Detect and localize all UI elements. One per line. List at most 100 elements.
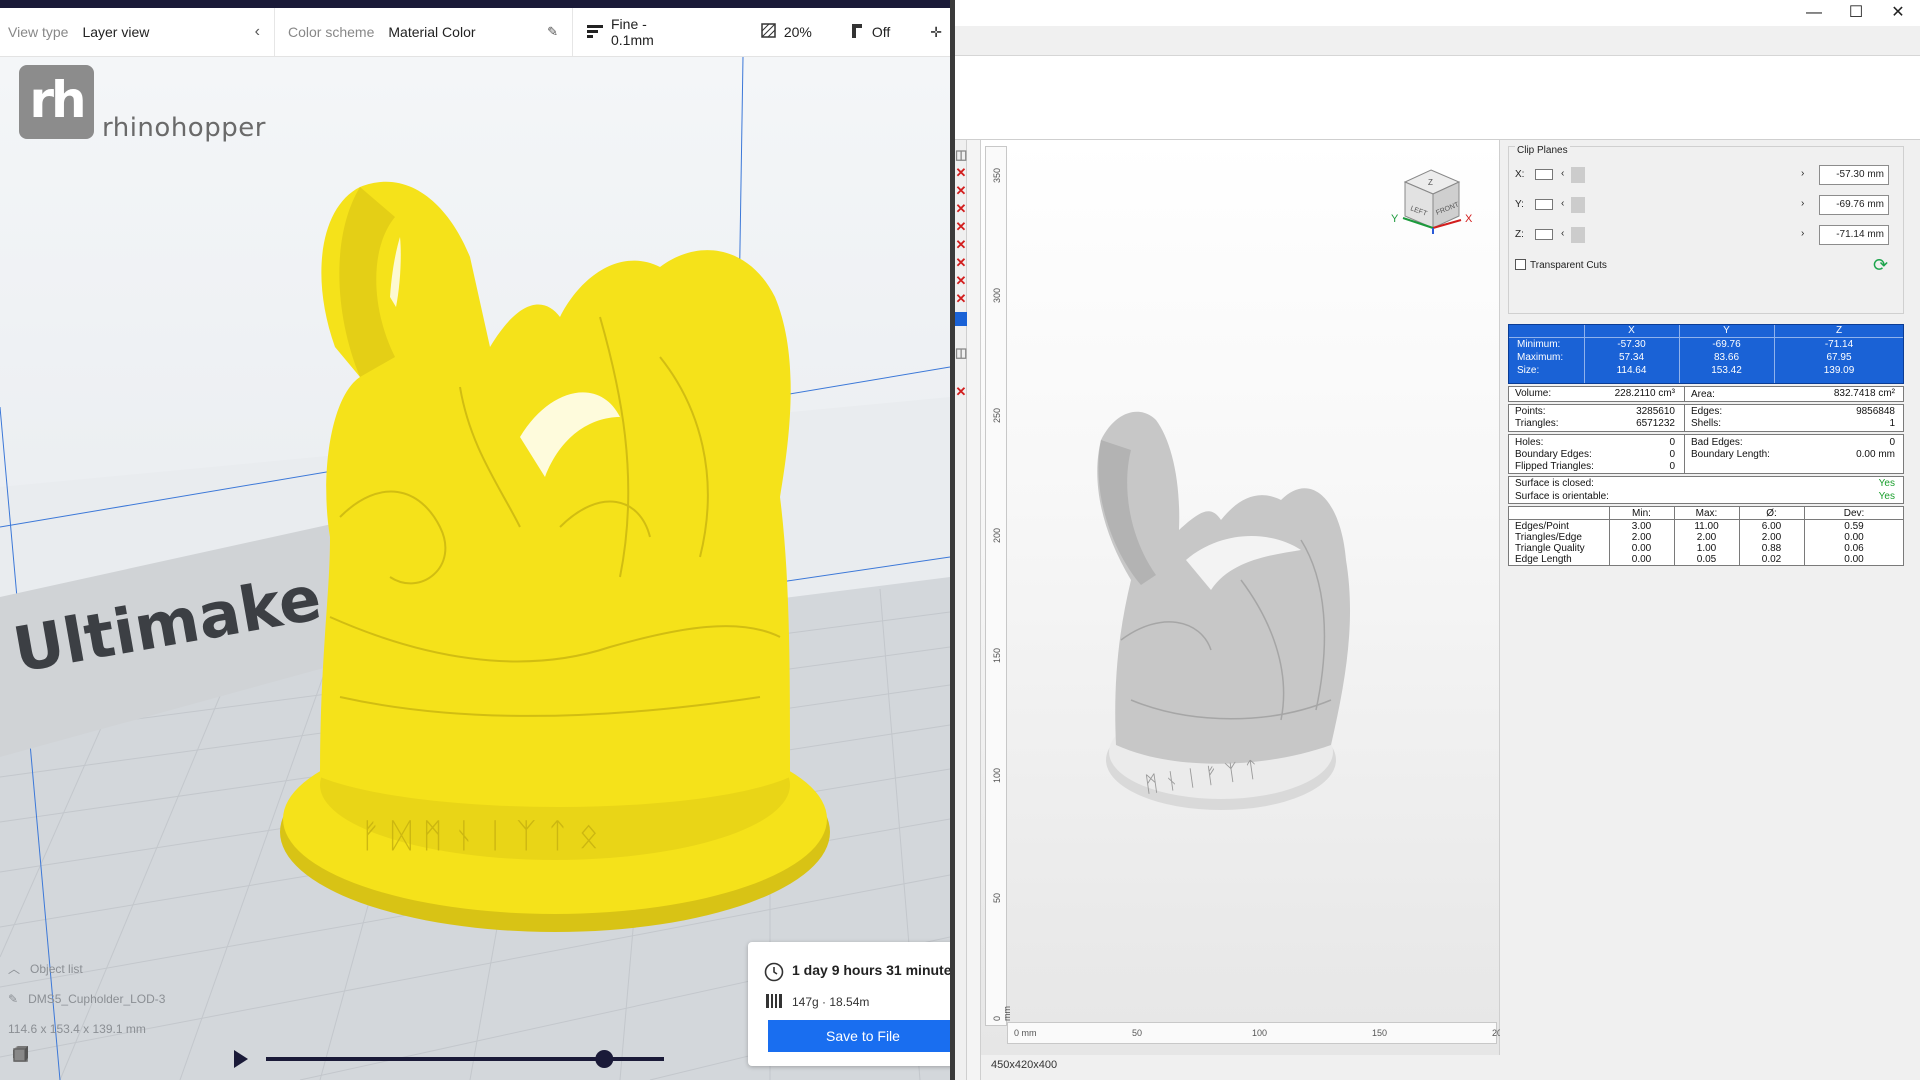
spool-icon	[765, 993, 783, 1014]
parts-panel-collapsed[interactable]	[967, 140, 981, 1080]
rhinohopper-logo: rh	[19, 65, 94, 139]
minimize-icon[interactable]: —	[1794, 2, 1834, 24]
stats-cell: 0.59	[1844, 521, 1864, 532]
clip-value-input[interactable]: -69.76 mm	[1819, 195, 1889, 215]
shells-value: 1	[1889, 418, 1895, 429]
error-icon: ✕	[955, 201, 967, 216]
grey-mesh-model[interactable]: ᛗ ᚾ ᛁ ᚠ ᛉ ᛏ	[1061, 380, 1381, 860]
bbox-cell: 114.64	[1616, 365, 1647, 376]
chevron-left-icon[interactable]: ‹	[1561, 168, 1564, 179]
pencil-icon[interactable]: ✎	[547, 24, 558, 40]
ruler-tick-label: 200	[992, 527, 1002, 543]
ribbon-area	[955, 56, 1920, 140]
clip-enable-checkbox[interactable]	[1535, 229, 1553, 240]
ruler-tick-label: 100	[1252, 1028, 1268, 1038]
boundary-edges-value: 0	[1669, 449, 1675, 460]
area-value: 832.7418 cm²	[1833, 388, 1895, 399]
stats-cell: 2.00	[1761, 532, 1782, 543]
object-list-header[interactable]: ︿ Object list	[8, 960, 208, 990]
bbox-header: Z	[1835, 325, 1843, 336]
clip-slider-handle[interactable]	[1571, 227, 1585, 243]
clip-value-input[interactable]: -57.30 mm	[1819, 165, 1889, 185]
chevron-right-icon[interactable]: ›	[1801, 228, 1804, 239]
stats-row-label: Triangles/Edge	[1515, 532, 1582, 543]
properties-panel: Clip Planes X: ‹ › -57.30 mm Y: ‹ › -69.…	[1500, 140, 1920, 1080]
adhesion-icon: ✛	[930, 23, 942, 40]
build-plate-scene: Ultimake ᚠ ᛞ ᛗ ᚾ ᛁ ᛉ ᛏ ᛟ	[0, 57, 950, 1080]
chevron-right-icon[interactable]: ›	[1801, 198, 1804, 209]
error-icon: ✕	[955, 291, 967, 306]
svg-text:ᚠ ᛞ ᛗ ᚾ ᛁ ᛉ ᛏ ᛟ: ᚠ ᛞ ᛗ ᚾ ᛁ ᛉ ᛏ ᛟ	[360, 816, 599, 856]
error-icon: ✕	[955, 165, 967, 180]
layer-slider[interactable]	[232, 1046, 672, 1072]
bbox-cell: 67.95	[1826, 352, 1852, 363]
chevron-left-icon[interactable]: ‹	[255, 23, 260, 41]
view-type-value: Layer view	[82, 24, 150, 40]
edges-label: Edges:	[1691, 406, 1723, 417]
cura-view-toolbar: View type Layer view ‹ Color scheme Mate…	[0, 8, 950, 57]
view-top-icon[interactable]	[14, 1045, 91, 1062]
tool-icon[interactable]: ◫	[955, 148, 967, 162]
tool-icon[interactable]: ◫	[955, 346, 967, 360]
infill-value: 20%	[783, 24, 812, 40]
ruler-tick-label: 350	[992, 167, 1002, 183]
play-icon	[234, 1050, 248, 1068]
clock-icon	[764, 962, 784, 987]
surface-closed-label: Surface is closed:	[1515, 478, 1594, 489]
stats-header: Dev:	[1843, 508, 1865, 519]
clip-axis-label: Z:	[1515, 229, 1524, 240]
cura-title-stripe	[0, 0, 950, 8]
bbox-row-label: Size:	[1517, 365, 1540, 376]
save-to-file-button[interactable]: Save to File	[768, 1020, 950, 1052]
clip-enable-checkbox[interactable]	[1535, 199, 1553, 210]
cura-3d-viewport[interactable]: Ultimake ᚠ ᛞ ᛗ ᚾ ᛁ ᛉ ᛏ ᛟ rh rhinohopper …	[0, 57, 950, 1080]
stats-cell: 0.00	[1844, 554, 1864, 565]
transparent-cuts-option[interactable]: Transparent Cuts	[1515, 259, 1607, 271]
chevron-right-icon[interactable]: ›	[1801, 168, 1804, 179]
print-settings-bar[interactable]: Fine - 0.1mm 20% Off ✛	[573, 8, 950, 56]
volume-area-box: Volume: 228.2110 cm³ Area: 832.7418 cm²	[1508, 386, 1904, 402]
view-front-icon[interactable]	[14, 1045, 60, 1062]
clip-row-z: Z: ‹ › -71.14 mm	[1515, 225, 1901, 245]
surface-box: Surface is closed: Yes Surface is orient…	[1508, 476, 1904, 504]
surface-orientable-value: Yes	[1878, 491, 1895, 502]
points-label: Points:	[1515, 406, 1546, 417]
selected-part-marker[interactable]	[955, 312, 967, 326]
bbox-cell: -57.30	[1617, 339, 1646, 350]
clip-enable-checkbox[interactable]	[1535, 169, 1553, 180]
mesh-3d-view[interactable]: 350 300 250 200 150 100 50 0 mm 0 mm 50 …	[981, 140, 1507, 1055]
clip-value-input[interactable]: -71.14 mm	[1819, 225, 1889, 245]
boundary-length-value: 0.00 mm	[1856, 449, 1895, 460]
transparent-cuts-checkbox[interactable]	[1515, 259, 1526, 270]
object-name-row[interactable]: ✎ DMS5_Cupholder_LOD-3	[8, 990, 208, 1020]
ruler-tick-label: 150	[1372, 1028, 1388, 1038]
stats-cell: 2.00	[1696, 532, 1717, 543]
cube-top-label: Z	[1428, 178, 1433, 187]
view-type-selector[interactable]: View type Layer view ‹	[0, 8, 275, 56]
clip-planes-group: Clip Planes X: ‹ › -57.30 mm Y: ‹ › -69.…	[1508, 145, 1904, 314]
chevron-left-icon[interactable]: ‹	[1561, 228, 1564, 239]
screen: View type Layer view ‹ Color scheme Mate…	[0, 0, 1920, 1080]
horizontal-ruler: 0 mm 50 100 150 200	[1007, 1022, 1507, 1044]
vertical-ruler: 350 300 250 200 150 100 50 0 mm	[985, 146, 1012, 1026]
bbox-cell: 153.42	[1711, 365, 1742, 376]
error-icon: ✕	[955, 237, 967, 252]
maximize-icon[interactable]: ☐	[1836, 2, 1876, 24]
chevron-left-icon[interactable]: ‹	[1561, 198, 1564, 209]
boundary-edges-label: Boundary Edges:	[1515, 449, 1592, 460]
clip-row-x: X: ‹ › -57.30 mm	[1515, 165, 1901, 185]
stats-cell: 0.05	[1696, 554, 1717, 565]
infill-icon	[761, 23, 776, 41]
view-cube[interactable]: Z LEFT FRONT X Y	[1381, 160, 1491, 250]
sliced-model[interactable]: ᚠ ᛞ ᛗ ᚾ ᛁ ᛉ ᛏ ᛟ	[280, 181, 830, 932]
view-right-icon[interactable]	[13, 1045, 153, 1062]
close-icon[interactable]: ✕	[1878, 2, 1918, 24]
mesh-errors-box: Holes: 0 Boundary Edges: 0 Flipped Trian…	[1508, 434, 1904, 474]
clip-axis-label: Y:	[1515, 199, 1524, 210]
triangles-value: 6571232	[1636, 418, 1675, 429]
view-left-icon[interactable]	[14, 1045, 122, 1062]
refresh-icon[interactable]: ⟳	[1873, 255, 1888, 276]
color-scheme-selector[interactable]: Color scheme Material Color ✎	[275, 8, 573, 56]
clip-slider-handle[interactable]	[1571, 167, 1585, 183]
clip-slider-handle[interactable]	[1571, 197, 1585, 213]
